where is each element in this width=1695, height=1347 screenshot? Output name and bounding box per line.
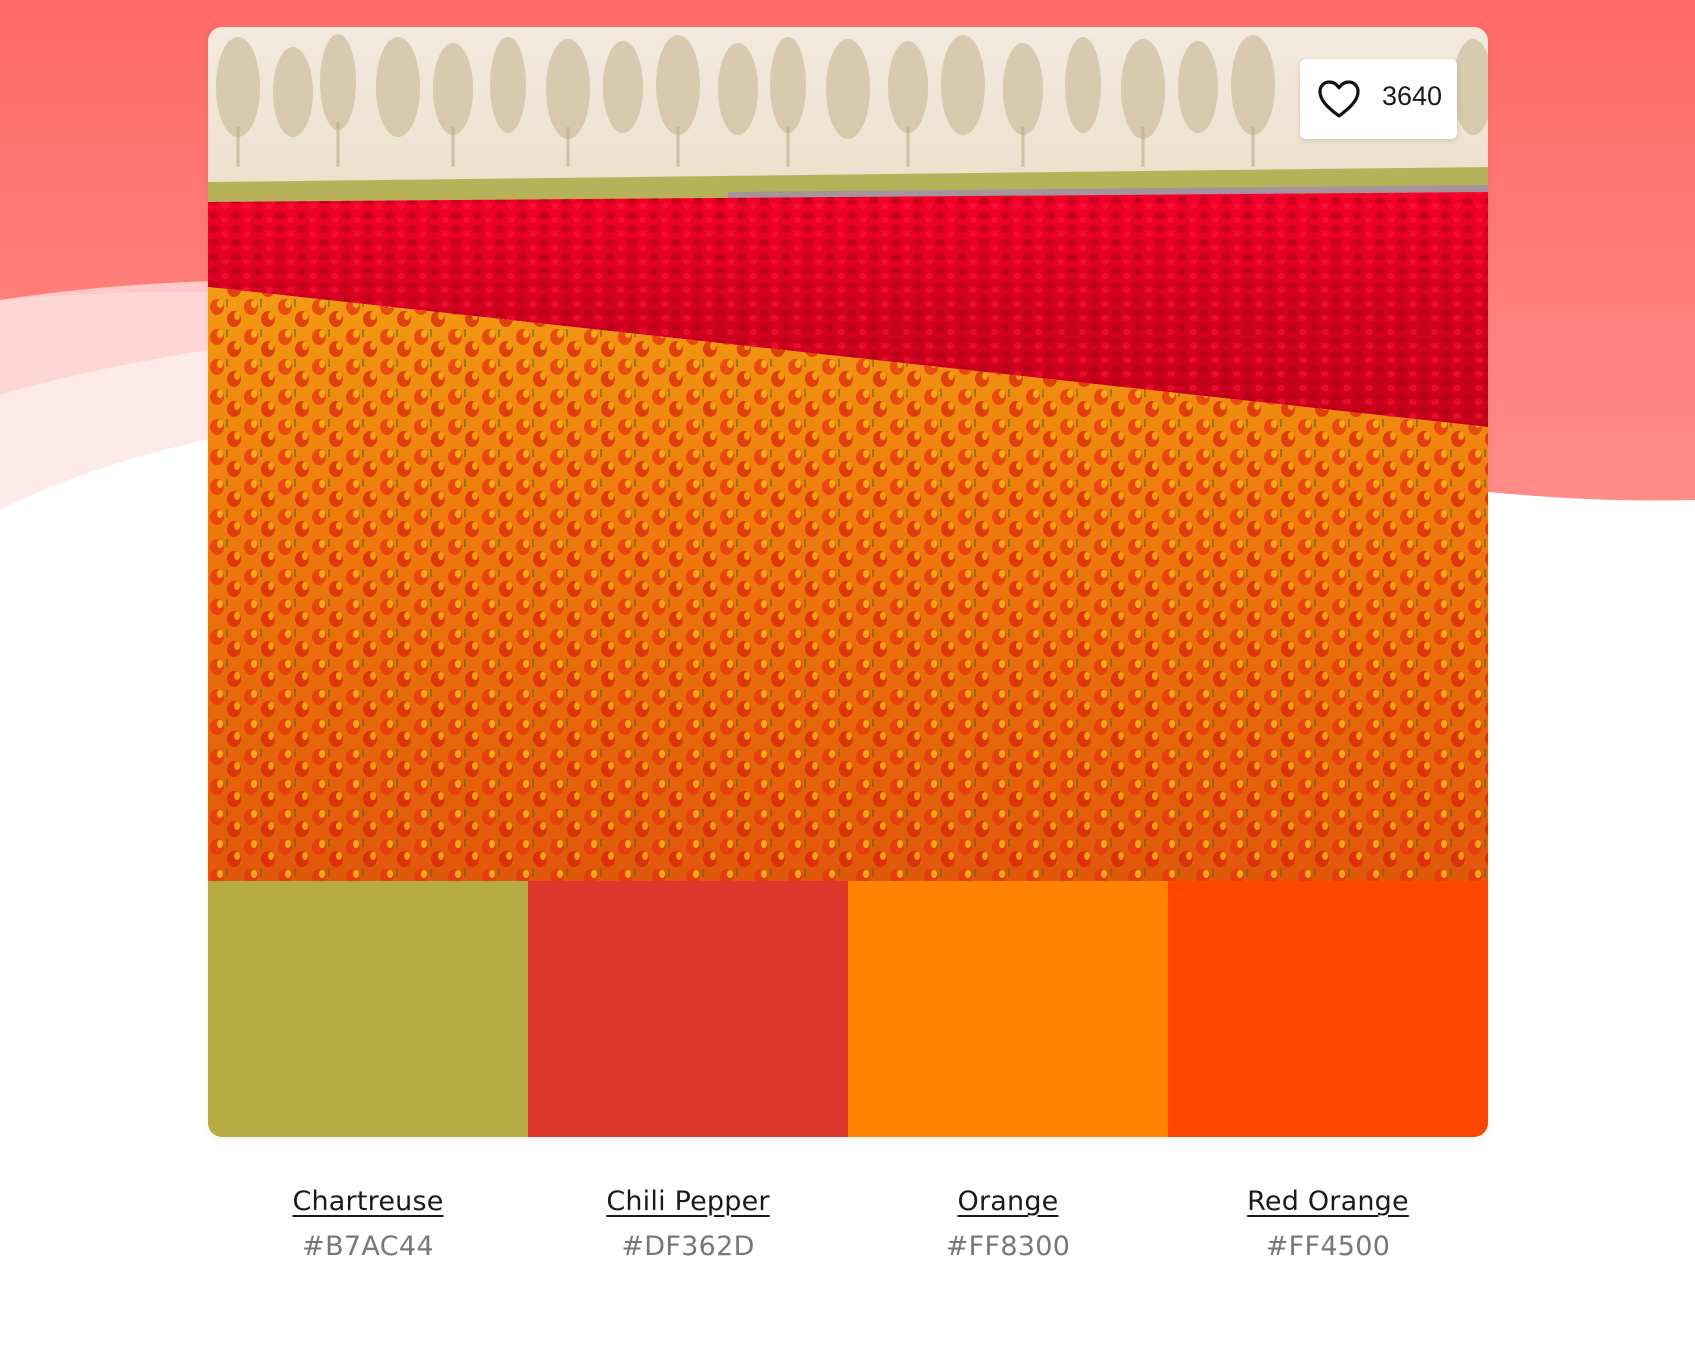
color-name-link[interactable]: Orange: [958, 1186, 1059, 1217]
color-swatches: [208, 881, 1488, 1137]
color-label-chili-pepper: Chili Pepper #DF362D: [528, 1186, 848, 1262]
color-label-chartreuse: Chartreuse #B7AC44: [208, 1186, 528, 1262]
swatch-red-orange[interactable]: [1168, 881, 1488, 1137]
color-hex-code: #B7AC44: [302, 1231, 434, 1262]
swatch-chartreuse[interactable]: [208, 881, 528, 1137]
color-hex-code: #FF8300: [945, 1231, 1071, 1262]
color-name-link[interactable]: Chartreuse: [292, 1186, 443, 1217]
like-count: 3640: [1382, 81, 1443, 111]
color-label-orange: Orange #FF8300: [848, 1186, 1168, 1262]
tulip-field-photo[interactable]: [208, 27, 1488, 881]
color-hex-code: #DF362D: [621, 1231, 755, 1262]
color-name-link[interactable]: Red Orange: [1247, 1186, 1409, 1217]
color-name-link[interactable]: Chili Pepper: [606, 1186, 769, 1217]
color-hex-code: #FF4500: [1265, 1231, 1391, 1262]
palette-card: 3640: [208, 27, 1488, 1137]
like-button[interactable]: 3640: [1300, 59, 1457, 139]
color-label-red-orange: Red Orange #FF4500: [1168, 1186, 1488, 1262]
swatch-orange[interactable]: [848, 881, 1168, 1137]
heart-icon: [1318, 80, 1360, 118]
color-labels: Chartreuse #B7AC44 Chili Pepper #DF362D …: [208, 1186, 1488, 1262]
swatch-chili-pepper[interactable]: [528, 881, 848, 1137]
